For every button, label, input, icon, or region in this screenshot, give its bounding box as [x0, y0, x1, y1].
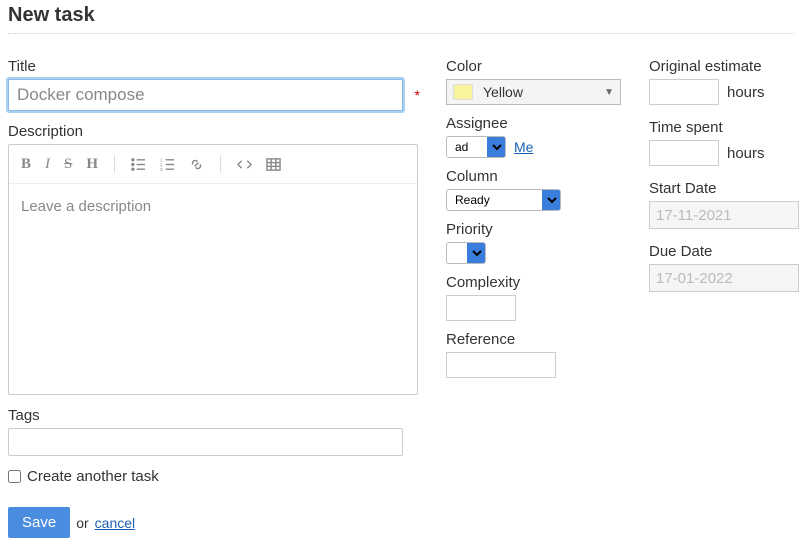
- heading-icon[interactable]: H: [86, 156, 98, 173]
- color-value: Yellow: [483, 84, 523, 100]
- reference-label: Reference: [446, 331, 621, 348]
- color-select[interactable]: Yellow ▼: [446, 79, 621, 105]
- reference-input[interactable]: [446, 352, 556, 378]
- column-label: Column: [446, 168, 621, 185]
- description-label: Description: [8, 123, 418, 140]
- separator: [220, 155, 221, 173]
- complexity-label: Complexity: [446, 274, 621, 291]
- priority-select[interactable]: 0: [446, 242, 486, 264]
- time-spent-label: Time spent: [649, 119, 802, 136]
- code-icon[interactable]: [237, 157, 252, 172]
- original-estimate-input[interactable]: [649, 79, 719, 105]
- original-estimate-label: Original estimate: [649, 58, 802, 75]
- required-indicator: *: [415, 87, 420, 103]
- priority-label: Priority: [446, 221, 621, 238]
- assignee-select[interactable]: admin: [446, 136, 506, 158]
- assignee-label: Assignee: [446, 115, 621, 132]
- or-text: or: [76, 515, 88, 531]
- start-date-label: Start Date: [649, 180, 802, 197]
- description-editor: B I S H 123 Leave a description: [8, 144, 418, 395]
- due-date-label: Due Date: [649, 243, 802, 260]
- create-another-label: Create another task: [27, 468, 159, 485]
- cancel-link[interactable]: cancel: [95, 515, 135, 531]
- time-spent-unit: hours: [727, 145, 765, 162]
- column-select[interactable]: Ready: [446, 189, 561, 211]
- description-textarea[interactable]: Leave a description: [9, 184, 417, 394]
- title-input[interactable]: [8, 79, 403, 111]
- color-label: Color: [446, 58, 621, 75]
- unordered-list-icon[interactable]: [131, 157, 146, 172]
- italic-icon[interactable]: I: [45, 156, 50, 173]
- start-date-input[interactable]: [649, 201, 799, 229]
- separator: [114, 155, 115, 173]
- save-button[interactable]: Save: [8, 507, 70, 538]
- tags-label: Tags: [8, 407, 418, 424]
- editor-toolbar: B I S H 123: [9, 145, 417, 184]
- bold-icon[interactable]: B: [21, 156, 31, 173]
- original-estimate-unit: hours: [727, 84, 765, 101]
- chevron-down-icon: ▼: [604, 87, 614, 98]
- link-icon[interactable]: [189, 157, 204, 172]
- strike-icon[interactable]: S: [64, 156, 72, 173]
- tags-input[interactable]: [8, 428, 403, 456]
- table-icon[interactable]: [266, 157, 281, 172]
- title-label: Title: [8, 58, 418, 75]
- time-spent-input[interactable]: [649, 140, 719, 166]
- due-date-input[interactable]: [649, 264, 799, 292]
- color-swatch-icon: [453, 84, 473, 100]
- svg-text:3: 3: [160, 167, 163, 172]
- ordered-list-icon[interactable]: 123: [160, 157, 175, 172]
- assignee-me-link[interactable]: Me: [514, 139, 533, 155]
- complexity-input[interactable]: [446, 295, 516, 321]
- create-another-checkbox[interactable]: [8, 470, 21, 483]
- page-title: New task: [8, 0, 794, 34]
